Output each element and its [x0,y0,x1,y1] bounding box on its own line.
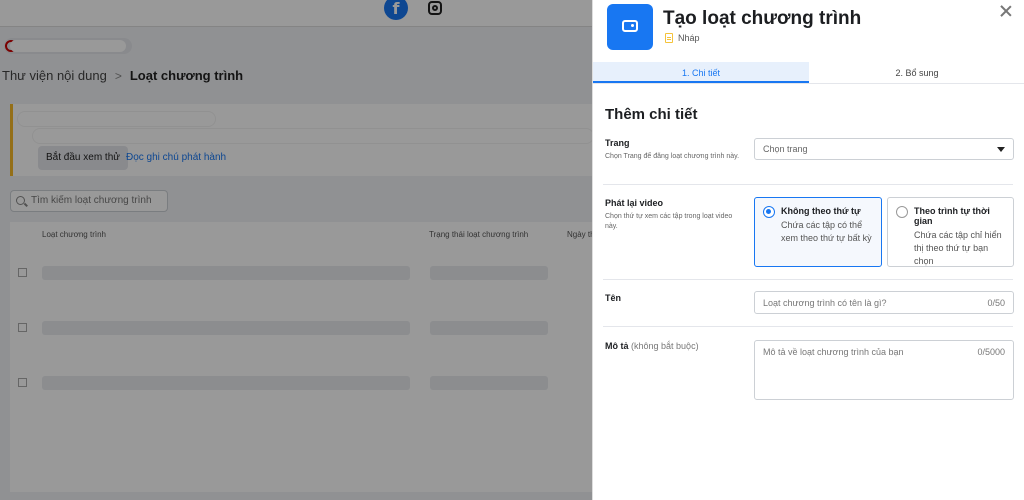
playback-field-label: Phát lại video [605,198,664,208]
draft-status-label: Nháp [678,33,700,43]
tab-details[interactable]: 1. Chi tiết [593,62,809,83]
divider [603,279,1013,280]
radio-selected-icon[interactable] [763,206,775,218]
section-title: Thêm chi tiết [605,106,698,123]
option-description: Chứa các tập chỉ hiển thị theo thứ tự bạ… [914,230,1002,266]
option-title: Không theo thứ tự [781,206,861,216]
page-select[interactable]: Chọn trang [754,138,1014,160]
create-series-panel: Tạo loạt chương trình Nháp 1. Chi tiết 2… [592,0,1024,500]
radio-unselected-icon[interactable] [896,206,908,218]
playback-option-unordered[interactable]: Không theo thứ tự Chứa các tập có thể xe… [754,197,882,267]
option-title: Theo trình tự thời gian [914,206,990,226]
description-field-label: Mô tả (không bắt buộc) [605,341,699,351]
page-select-placeholder: Chọn trang [763,144,808,154]
close-icon[interactable] [999,4,1013,18]
name-field-label: Tên [605,293,622,303]
description-char-counter: 0/5000 [977,347,1005,357]
divider [603,326,1013,327]
name-char-counter: 0/50 [987,298,1005,308]
draft-document-icon [665,33,673,43]
page-field-label: Trang [605,138,630,148]
tab-additional[interactable]: 2. Bổ sung [809,62,1024,83]
series-icon [607,4,653,50]
description-label-text: Mô tả [605,341,629,351]
optional-hint: (không bắt buộc) [631,341,699,351]
page-field-help: Chọn Trang để đăng loạt chương trình này… [605,153,740,160]
divider [603,184,1013,185]
playback-option-chronological[interactable]: Theo trình tự thời gian Chứa các tập chỉ… [887,197,1014,267]
chevron-down-icon [997,147,1005,152]
name-input[interactable]: Loạt chương trình có tên là gì? 0/50 [754,291,1014,314]
modal-overlay[interactable] [0,0,592,500]
option-description: Chứa các tập có thể xem theo thứ tự bất … [781,220,872,243]
description-placeholder: Mô tả về loạt chương trình của bạn [763,347,904,357]
playback-field-help: Chọn thứ tự xem các tập trong loạt video… [605,213,733,230]
panel-title: Tạo loạt chương trình [663,8,862,29]
name-input-placeholder: Loạt chương trình có tên là gì? [763,298,887,308]
draft-status: Nháp [665,33,700,43]
description-textarea[interactable]: Mô tả về loạt chương trình của bạn 0/500… [754,340,1014,400]
step-tabs: 1. Chi tiết 2. Bổ sung [593,62,1024,84]
